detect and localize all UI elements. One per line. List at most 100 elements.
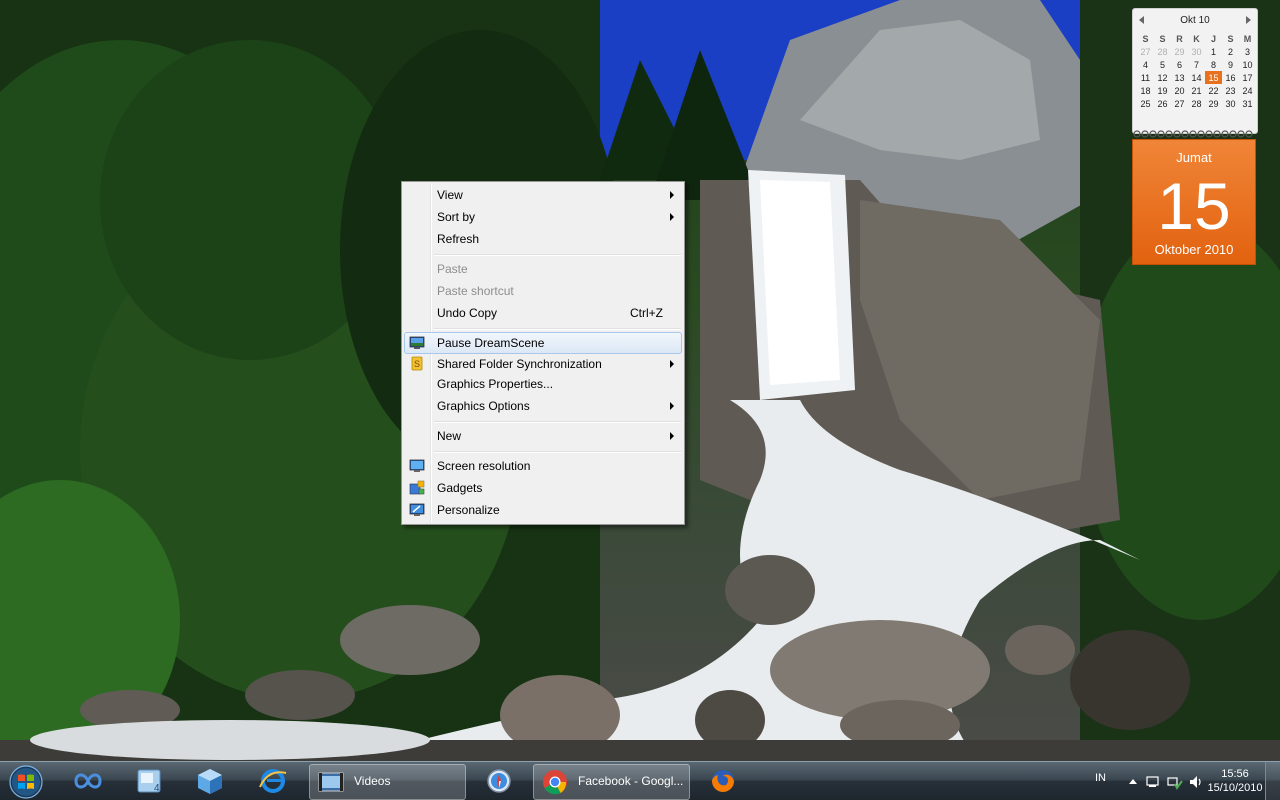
calendar-day[interactable]: 4	[1137, 58, 1154, 71]
submenu-arrow-icon	[670, 360, 674, 368]
menu-separator	[434, 451, 681, 453]
calendar-day[interactable]: 31	[1239, 97, 1256, 110]
calendar-day[interactable]: 13	[1171, 71, 1188, 84]
taskbar-pinned-folder-app[interactable]: 4	[122, 764, 176, 798]
next-month-arrow-icon[interactable]	[1246, 16, 1251, 24]
weekday-label: S	[1159, 33, 1166, 44]
menu-item-label: Shared Folder Synchronization	[437, 357, 602, 371]
taskbar-task-safari[interactable]	[472, 764, 526, 798]
calendar-day[interactable]: 22	[1205, 84, 1222, 97]
weekday-label: J	[1210, 33, 1216, 44]
firefox-icon	[712, 770, 734, 792]
calendar-grid: S S R K J S M 27 28 29 30 1 2 3 4 5 6 7 …	[1137, 32, 1256, 110]
submenu-arrow-icon	[670, 191, 674, 199]
chrome-icon	[543, 770, 567, 795]
personalize-icon	[409, 503, 425, 516]
action-center-flag-icon[interactable]	[1145, 774, 1161, 790]
calendar-day[interactable]: 23	[1222, 84, 1239, 97]
calendar-day[interactable]: 18	[1137, 84, 1154, 97]
show-hidden-icons-chevron-icon[interactable]	[1128, 777, 1138, 785]
menu-item-label: Undo Copy	[437, 306, 498, 320]
show-desktop-button[interactable]	[1265, 762, 1280, 800]
gadgets-icon	[409, 480, 425, 495]
menu-item-new[interactable]: New	[404, 425, 682, 447]
taskbar-pinned-internet-explorer[interactable]	[246, 764, 300, 798]
menu-item-pause-dreamscene[interactable]: Pause DreamScene	[404, 332, 682, 354]
menu-item-paste[interactable]: Paste	[404, 258, 682, 280]
menu-item-view[interactable]: View	[404, 184, 682, 206]
calendar-day[interactable]: 27	[1171, 97, 1188, 110]
submenu-arrow-icon	[670, 213, 674, 221]
menu-item-shared-folder-sync[interactable]: S Shared Folder Synchronization	[404, 353, 682, 375]
input-language-indicator[interactable]: IN	[1095, 772, 1106, 784]
weekday-label: K	[1193, 33, 1200, 44]
menu-item-paste-shortcut[interactable]: Paste shortcut	[404, 280, 682, 302]
calendar-day[interactable]: 20	[1171, 84, 1188, 97]
clock-date: 15/10/2010	[1207, 782, 1263, 794]
clock-time: 15:56	[1221, 768, 1249, 780]
menu-item-graphics-properties[interactable]: Graphics Properties...	[404, 373, 682, 395]
menu-item-shortcut: Ctrl+Z	[630, 306, 663, 320]
clock[interactable]: 15:56 15/10/2010	[1200, 767, 1270, 795]
menu-item-personalize[interactable]: Personalize	[404, 499, 682, 521]
calendar-gadget-today[interactable]: Jumat 15 Oktober 2010	[1132, 139, 1256, 265]
calendar-day[interactable]: 25	[1137, 97, 1154, 110]
svg-text:S: S	[414, 359, 420, 369]
calendar-day[interactable]: 26	[1154, 97, 1171, 110]
calendar-day[interactable]: 30	[1188, 45, 1205, 58]
menu-separator	[434, 421, 681, 423]
menu-item-undo-copy[interactable]: Undo Copy Ctrl+Z	[404, 302, 682, 324]
start-button[interactable]	[3, 763, 49, 800]
taskbar-task-chrome[interactable]: Facebook - Googl...	[533, 764, 690, 800]
calendar-gadget-month[interactable]: Okt 10 S S R K J S M 27 28 29 30 1 2 3 4…	[1132, 8, 1258, 134]
calendar-day[interactable]: 11	[1137, 71, 1154, 84]
calendar-day[interactable]: 28	[1154, 45, 1171, 58]
calendar-day[interactable]: 1	[1205, 45, 1222, 58]
menu-item-sort-by[interactable]: Sort by	[404, 206, 682, 228]
menu-item-screen-resolution[interactable]: Screen resolution	[404, 455, 682, 477]
calendar-day[interactable]: 29	[1171, 45, 1188, 58]
menu-item-refresh[interactable]: Refresh	[404, 228, 682, 250]
taskbar-pinned-cube-app[interactable]	[183, 764, 237, 798]
calendar-day[interactable]: 3	[1239, 45, 1256, 58]
calendar-day[interactable]: 16	[1222, 71, 1239, 84]
taskbar-task-firefox[interactable]	[696, 764, 750, 798]
menu-item-gadgets[interactable]: Gadgets	[404, 477, 682, 499]
calendar-day[interactable]: 27	[1137, 45, 1154, 58]
calendar-day[interactable]: 29	[1205, 97, 1222, 110]
menu-item-label: Graphics Properties...	[437, 377, 554, 391]
calendar-day[interactable]: 9	[1222, 58, 1239, 71]
menu-item-label: Pause DreamScene	[437, 336, 545, 350]
menu-item-label: Refresh	[437, 232, 480, 246]
today-month-year: Oktober 2010	[1154, 242, 1234, 257]
menu-item-graphics-options[interactable]: Graphics Options	[404, 395, 682, 417]
calendar-day[interactable]: 10	[1239, 58, 1256, 71]
weekday-label: S	[1227, 33, 1234, 44]
calendar-day[interactable]: 24	[1239, 84, 1256, 97]
calendar-day[interactable]: 5	[1154, 58, 1171, 71]
task-label: Videos	[354, 774, 391, 788]
taskbar-pinned-windows-live[interactable]	[61, 764, 115, 798]
submenu-arrow-icon	[670, 402, 674, 410]
network-icon[interactable]	[1167, 774, 1183, 790]
calendar-day[interactable]: 21	[1188, 84, 1205, 97]
calendar-day[interactable]: 7	[1188, 58, 1205, 71]
safari-icon	[487, 769, 511, 793]
menu-item-label: New	[437, 429, 462, 443]
calendar-day[interactable]: 6	[1171, 58, 1188, 71]
calendar-day[interactable]: 14	[1188, 71, 1205, 84]
calendar-day[interactable]: 28	[1188, 97, 1205, 110]
calendar-day[interactable]: 12	[1154, 71, 1171, 84]
calendar-day[interactable]: 17	[1239, 71, 1256, 84]
menu-separator	[434, 328, 681, 330]
calendar-day[interactable]: 8	[1205, 58, 1222, 71]
calendar-day[interactable]: 2	[1222, 45, 1239, 58]
calendar-day[interactable]: 30	[1222, 97, 1239, 110]
calendar-month-label: Okt 10	[1180, 15, 1210, 26]
calendar-day-today[interactable]: 15	[1205, 71, 1222, 84]
menu-separator	[434, 254, 681, 256]
calendar-day[interactable]: 19	[1154, 84, 1171, 97]
menu-item-label: View	[437, 188, 463, 202]
system-tray: IN 15:56 15/10/2010	[1050, 762, 1280, 800]
taskbar-task-videos[interactable]: Videos	[309, 764, 466, 800]
